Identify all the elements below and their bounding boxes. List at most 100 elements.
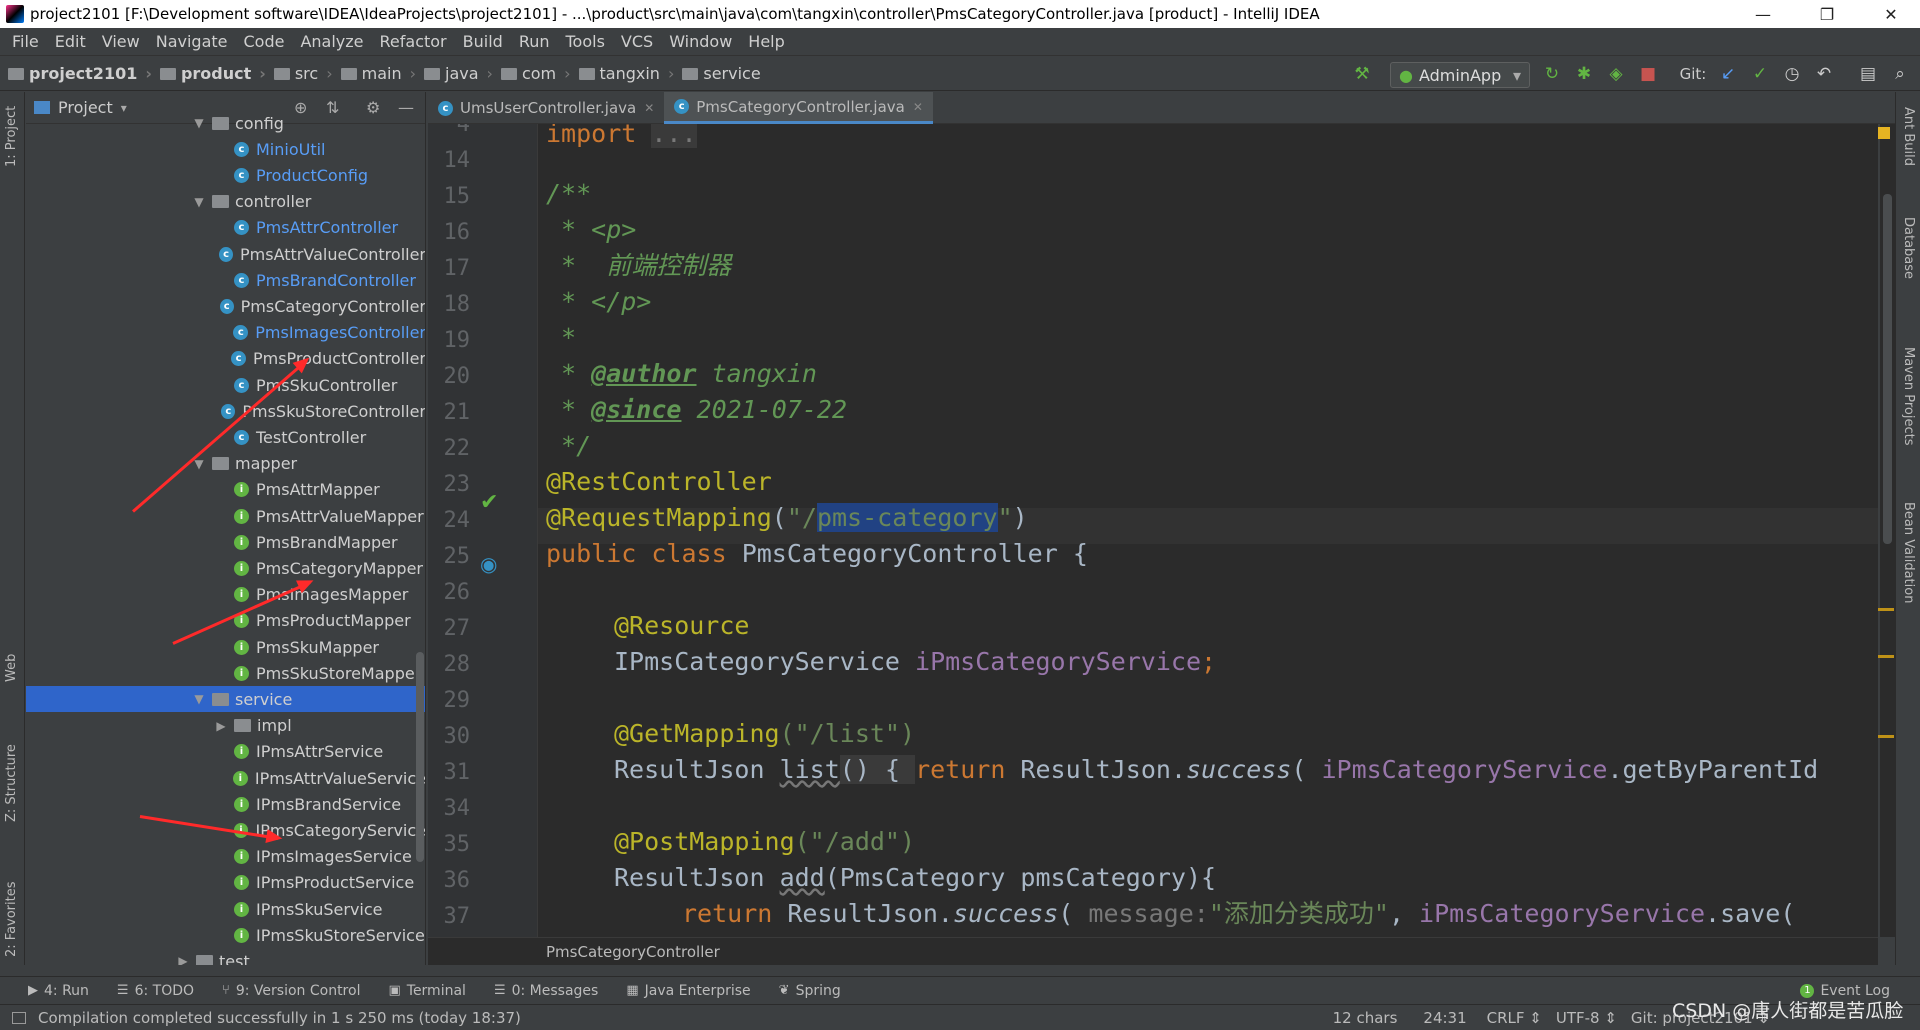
menu-analyze[interactable]: Analyze bbox=[292, 32, 371, 51]
menu-file[interactable]: File bbox=[4, 32, 47, 51]
tool-terminal[interactable]: ▣ Terminal bbox=[388, 983, 465, 999]
tree-item-impl[interactable]: ▶ impl bbox=[26, 713, 425, 739]
breadcrumb-service[interactable]: service bbox=[682, 64, 761, 83]
tree-item-pmscategorymapper[interactable]: i PmsCategoryMapper bbox=[26, 555, 425, 581]
breadcrumb-tangxin[interactable]: tangxin › bbox=[578, 64, 674, 83]
tree-item-ipmsskuservice[interactable]: i IPmsSkuService bbox=[26, 896, 425, 922]
tree-item-pmsimagesmapper[interactable]: i PmsImagesMapper bbox=[26, 582, 425, 608]
breadcrumb-src[interactable]: src › bbox=[273, 64, 333, 83]
tree-item-service[interactable]: ▼ service bbox=[26, 686, 425, 713]
build-hammer-icon[interactable]: ⚒ bbox=[1350, 62, 1374, 86]
code-editor[interactable]: 4 14 15 16 17 18 19 20 21 22 23 24 25 26 27 28 29 30 31 34 3… bbox=[428, 124, 1878, 937]
spring-bean-icon[interactable]: ✔ bbox=[480, 490, 498, 515]
editor-scrollbar[interactable] bbox=[1880, 124, 1895, 937]
breadcrumb-java[interactable]: java › bbox=[424, 64, 493, 83]
tree-item-pmscategorycontroller[interactable]: c PmsCategoryController bbox=[26, 293, 425, 319]
tree-item-ipmsskustoreservice[interactable]: i IPmsSkuStoreService bbox=[26, 922, 425, 948]
tool-messages[interactable]: ☰ 0: Messages bbox=[494, 983, 598, 999]
tool-tab-maven-projects[interactable]: Maven Projects bbox=[1901, 347, 1916, 446]
tree-item-mapper[interactable]: ▼ mapper bbox=[26, 451, 425, 477]
menu-run[interactable]: Run bbox=[511, 32, 558, 51]
close-button[interactable]: ✕ bbox=[1868, 0, 1914, 28]
tree-item-pmsbrandcontroller[interactable]: c PmsBrandController bbox=[26, 267, 425, 293]
tree-item-test[interactable]: ▶ test bbox=[26, 948, 425, 965]
maximize-button[interactable]: ❐ bbox=[1804, 0, 1850, 28]
collapse-arrow-icon[interactable]: ▶ bbox=[176, 954, 190, 965]
tree-item-ipmsproductservice[interactable]: i IPmsProductService bbox=[26, 870, 425, 896]
editor-scroll-thumb[interactable] bbox=[1883, 194, 1892, 544]
run-config-select[interactable]: ● AdminApp ▾ bbox=[1390, 62, 1530, 88]
tree-item-config[interactable]: ▼ config bbox=[26, 110, 425, 136]
debug-icon[interactable]: ✱ bbox=[1572, 62, 1596, 86]
collapse-arrow-icon[interactable]: ▶ bbox=[214, 719, 228, 733]
tree-item-pmsskustoremapper[interactable]: i PmsSkuStoreMapper bbox=[26, 660, 425, 686]
tab-pms-category-controller[interactable]: c PmsCategoryController.java ✕ bbox=[664, 92, 933, 124]
expand-arrow-icon[interactable]: ▼ bbox=[192, 195, 206, 209]
tree-item-pmsskucontroller[interactable]: c PmsSkuController bbox=[26, 372, 425, 398]
search-icon[interactable]: ⌕ bbox=[1888, 62, 1912, 86]
git-commit-icon[interactable]: ✓ bbox=[1748, 62, 1772, 86]
tree-item-pmsskumapper[interactable]: i PmsSkuMapper bbox=[26, 634, 425, 660]
tool-tab-favorites[interactable]: 2: Favorites bbox=[4, 881, 19, 957]
tree-item-ipmsattrservice[interactable]: i IPmsAttrService bbox=[26, 739, 425, 765]
menu-window[interactable]: Window bbox=[661, 32, 740, 51]
expand-arrow-icon[interactable]: ▼ bbox=[192, 116, 206, 130]
stop-icon[interactable]: ■ bbox=[1636, 62, 1660, 86]
spring-bean-class-icon[interactable]: ◉ bbox=[480, 552, 497, 576]
close-icon[interactable]: ✕ bbox=[913, 100, 923, 114]
tool-tab-web[interactable]: Web bbox=[4, 654, 19, 682]
tool-tab-project[interactable]: 1: Project bbox=[4, 106, 19, 167]
git-rollback-icon[interactable]: ↶ bbox=[1812, 62, 1836, 86]
tree-item-pmsattrvaluemapper[interactable]: i PmsAttrValueMapper bbox=[26, 503, 425, 529]
expand-arrow-icon[interactable]: ▼ bbox=[192, 692, 206, 706]
menu-view[interactable]: View bbox=[94, 32, 148, 51]
git-update-icon[interactable]: ↙ bbox=[1716, 62, 1740, 86]
tree-item-ipmsattrvalueservice[interactable]: i IPmsAttrValueService bbox=[26, 765, 425, 791]
tree-item-minioutil[interactable]: c MinioUtil bbox=[26, 136, 425, 162]
breadcrumb-main[interactable]: main › bbox=[340, 64, 416, 83]
tool-version-control[interactable]: ⑂ 9: Version Control bbox=[222, 983, 360, 999]
tool-tab-bean-validation[interactable]: Bean Validation bbox=[1901, 502, 1916, 603]
menu-help[interactable]: Help bbox=[740, 32, 792, 51]
tool-tab-ant-build[interactable]: Ant Build bbox=[1901, 107, 1916, 166]
tree-item-controller[interactable]: ▼ controller bbox=[26, 189, 425, 215]
menu-navigate[interactable]: Navigate bbox=[148, 32, 236, 51]
tree-item-ipmsimagesservice[interactable]: i IPmsImagesService bbox=[26, 844, 425, 870]
close-icon[interactable]: ✕ bbox=[644, 101, 654, 115]
tool-todo[interactable]: ☰ 6: TODO bbox=[117, 983, 194, 999]
error-stripe-mark[interactable] bbox=[1878, 608, 1894, 611]
tool-run[interactable]: ▶ 4: Run bbox=[28, 983, 89, 999]
toggle-tool-windows-icon[interactable] bbox=[12, 1011, 26, 1024]
tool-spring[interactable]: ❦ Spring bbox=[779, 983, 841, 999]
breadcrumb-project[interactable]: project2101 › bbox=[8, 64, 152, 83]
git-history-icon[interactable]: ◷ bbox=[1780, 62, 1804, 86]
coverage-icon[interactable]: ◈ bbox=[1604, 62, 1628, 86]
menu-refactor[interactable]: Refactor bbox=[372, 32, 455, 51]
inspection-warning-icon[interactable] bbox=[1878, 127, 1890, 139]
project-structure-icon[interactable]: ▤ bbox=[1856, 62, 1880, 86]
menu-code[interactable]: Code bbox=[236, 32, 293, 51]
error-stripe-mark[interactable] bbox=[1878, 735, 1894, 738]
status-position[interactable]: 24:31 bbox=[1423, 1009, 1466, 1027]
tool-java-enterprise[interactable]: ▦ Java Enterprise bbox=[626, 983, 750, 999]
tree-item-pmsproductcontroller[interactable]: c PmsProductController bbox=[26, 346, 425, 372]
status-line-separator[interactable]: CRLF ⇕ bbox=[1487, 1009, 1542, 1027]
project-scrollbar[interactable] bbox=[416, 652, 424, 862]
minimize-button[interactable]: — bbox=[1740, 0, 1786, 28]
tree-item-pmsattrmapper[interactable]: i PmsAttrMapper bbox=[26, 477, 425, 503]
breadcrumb-com[interactable]: com › bbox=[500, 64, 571, 83]
status-encoding[interactable]: UTF-8 ⇕ bbox=[1556, 1009, 1617, 1027]
menu-build[interactable]: Build bbox=[455, 32, 511, 51]
tree-item-pmsattrcontroller[interactable]: c PmsAttrController bbox=[26, 215, 425, 241]
error-stripe-mark[interactable] bbox=[1878, 655, 1894, 658]
tree-item-pmsskustorecontroller[interactable]: c PmsSkuStoreController bbox=[26, 398, 425, 424]
tree-item-pmsimagescontroller[interactable]: c PmsImagesController bbox=[26, 320, 425, 346]
tree-item-pmsbrandmapper[interactable]: i PmsBrandMapper bbox=[26, 529, 425, 555]
tree-item-ipmsbrandservice[interactable]: i IPmsBrandService bbox=[26, 791, 425, 817]
tree-item-pmsattrvaluecontroller[interactable]: c PmsAttrValueController bbox=[26, 241, 425, 267]
editor-breadcrumb[interactable]: PmsCategoryController bbox=[428, 937, 1878, 965]
tool-tab-structure[interactable]: Z: Structure bbox=[4, 744, 19, 822]
code-area[interactable]: import ... /** * <p> * 前端控制器 * </p> * * … bbox=[546, 124, 1878, 937]
tool-tab-database[interactable]: Database bbox=[1901, 217, 1916, 279]
tab-ums-user-controller[interactable]: c UmsUserController.java ✕ bbox=[428, 92, 664, 124]
